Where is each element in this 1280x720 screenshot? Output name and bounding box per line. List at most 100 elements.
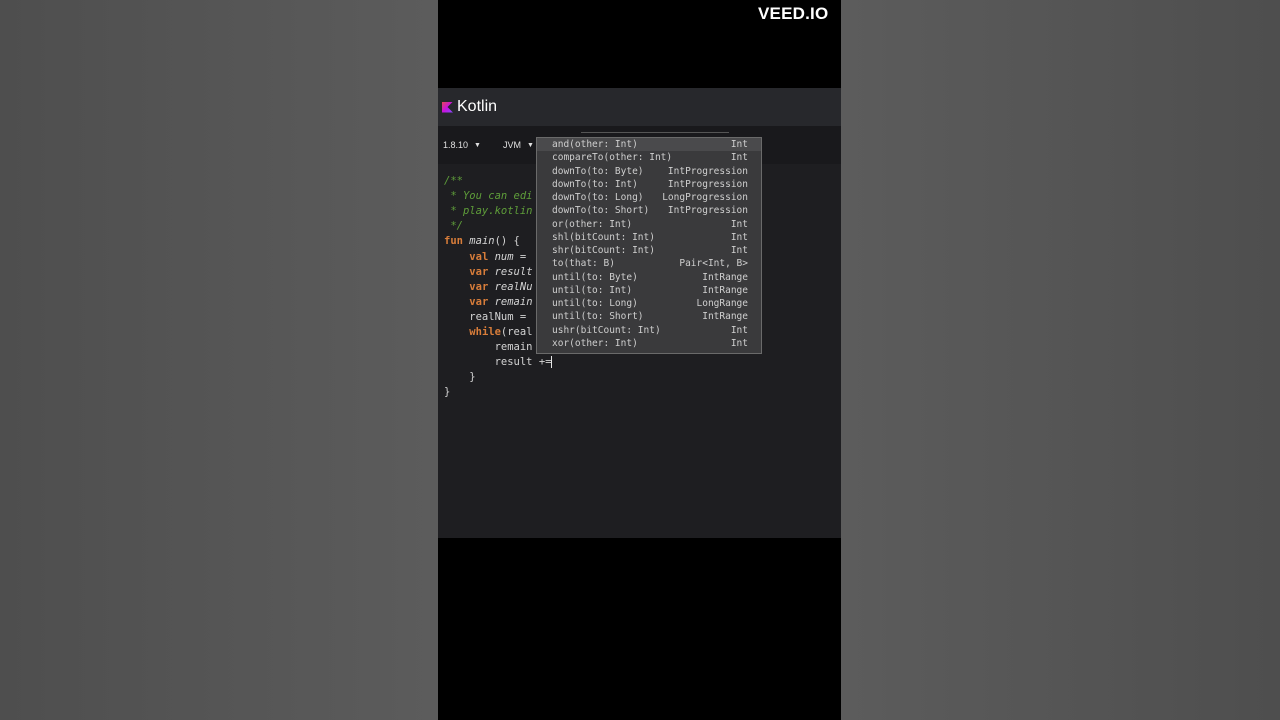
version-select[interactable]: 1.8.10 ▼ [443, 140, 481, 150]
autocomplete-item-type: IntRange [702, 284, 748, 296]
code-token: realNum = [444, 310, 527, 323]
code-token: * play.kotlin [444, 205, 533, 218]
target-label: JVM [502, 140, 521, 150]
autocomplete-item-type: IntProgression [667, 178, 748, 190]
autocomplete-item[interactable]: until(to: Short) IntRange [537, 310, 761, 323]
autocomplete-item-type: Int [730, 152, 748, 164]
code-token: result += [444, 356, 552, 369]
autocomplete-item-name: until(to: Short) [552, 311, 644, 323]
autocomplete-item-name: downTo(to: Byte) [552, 165, 644, 177]
code-token: = [513, 250, 527, 263]
autocomplete-item-type: Int [730, 218, 748, 230]
code-line: /** [444, 174, 463, 189]
autocomplete-item-name: downTo(to: Short) [552, 205, 650, 217]
autocomplete-item[interactable]: downTo(to: Int) IntProgression [537, 178, 761, 191]
autocomplete-item[interactable]: or(other: Int) Int [537, 218, 761, 231]
autocomplete-item-name: or(other: Int) [552, 218, 633, 230]
code-token: } [444, 386, 451, 399]
autocomplete-item-type: IntRange [702, 311, 748, 323]
autocomplete-item-type: IntProgression [667, 165, 748, 177]
code-line: val num = [444, 250, 526, 265]
code-line: fun main() { [444, 234, 520, 249]
autocomplete-item[interactable]: to(that: B) Pair<Int, B> [537, 257, 761, 270]
autocomplete-item-type: IntProgression [667, 205, 748, 217]
autocomplete-item-type: Int [730, 139, 748, 150]
autocomplete-popup[interactable]: and(other: Int) Int compareTo(other: Int) I… [536, 137, 762, 354]
right-background [841, 0, 1280, 720]
autocomplete-item-name: xor(other: Int) [552, 337, 638, 349]
kotlin-header: Kotlin [438, 88, 841, 126]
code-token: () { [494, 235, 520, 248]
autocomplete-item-type: Int [730, 231, 748, 243]
code-line: } [444, 370, 476, 385]
autocomplete-item-name: downTo(to: Int) [552, 178, 638, 190]
code-line: * You can edi [444, 189, 533, 204]
autocomplete-item-name: ushr(bitCount: Int) [552, 324, 661, 336]
code-token: * You can edi [444, 190, 533, 203]
code-token: remain [444, 341, 533, 354]
code-token: main [469, 235, 495, 248]
code-token: remain [494, 295, 533, 308]
autocomplete-item[interactable]: compareTo(other: Int) Int [537, 151, 761, 164]
autocomplete-item-type: LongProgression [662, 192, 748, 203]
code-line: realNum = [444, 310, 526, 325]
autocomplete-item[interactable]: xor(other: Int) Int [537, 337, 761, 350]
autocomplete-item-type: Pair<Int, B> [679, 258, 748, 270]
autocomplete-item-name: until(to: Int) [552, 284, 633, 296]
code-line: var realNu [444, 280, 533, 295]
code-line: * play.kotlin [444, 204, 533, 219]
autocomplete-item-type: Int [730, 337, 748, 349]
code-line: var result [444, 265, 533, 280]
autocomplete-item[interactable]: until(to: Byte) IntRange [537, 271, 761, 284]
code-token: while [469, 326, 501, 338]
code-token: */ [444, 220, 463, 233]
caret-down-icon: ▼ [474, 141, 481, 149]
autocomplete-item[interactable]: shl(bitCount: Int) Int [537, 231, 761, 244]
code-token: num [494, 250, 514, 263]
autocomplete-item[interactable]: downTo(to: Short) IntProgression [537, 204, 761, 217]
autocomplete-item-type: IntRange [702, 271, 748, 283]
autocomplete-item[interactable]: ushr(bitCount: Int) Int [537, 324, 761, 337]
code-line: remain [444, 340, 533, 355]
kotlin-logo-icon [442, 101, 453, 113]
left-background [0, 0, 438, 720]
caret-down-icon: ▼ [526, 141, 534, 149]
code-token: } [444, 371, 476, 384]
autocomplete-item-name: to(that: B) [552, 258, 615, 270]
version-label: 1.8.10 [443, 140, 469, 150]
autocomplete-item-name: until(to: Long) [552, 298, 638, 309]
autocomplete-item-type: Int [730, 324, 748, 336]
code-token: result [494, 265, 533, 278]
autocomplete-item[interactable]: and(other: Int) Int [537, 138, 761, 152]
code-token: var [469, 265, 495, 278]
autocomplete-item-name: shr(bitCount: Int) [552, 245, 655, 256]
bottom-letterbox [438, 538, 841, 720]
autocomplete-item-name: until(to: Byte) [552, 271, 638, 283]
code-line: } [444, 385, 450, 400]
code-line: while(real [444, 325, 532, 340]
autocomplete-item-name: shl(bitCount: Int) [552, 231, 655, 243]
autocomplete-item[interactable]: downTo(to: Byte) IntProgression [537, 165, 761, 178]
autocomplete-item-type: LongRange [696, 298, 748, 309]
kotlin-logo-text: Kotlin [457, 98, 498, 115]
autocomplete-item-name: downTo(to: Long) [552, 192, 644, 203]
code-token: realNu [494, 280, 533, 293]
code-token: var [469, 295, 495, 308]
autocomplete-item-name: and(other: Int) [552, 139, 638, 150]
autocomplete-item-type: Int [730, 245, 748, 256]
target-select[interactable]: JVM ▼ [503, 140, 534, 150]
autocomplete-item[interactable]: downTo(to: Long) LongProgression [537, 191, 761, 204]
autocomplete-item-name: compareTo(other: Int) [552, 152, 673, 164]
autocomplete-item[interactable]: until(to: Long) LongRange [537, 297, 761, 310]
code-token: /** [444, 175, 463, 187]
autocomplete-item[interactable]: shr(bitCount: Int) Int [537, 244, 761, 257]
code-line: */ [444, 219, 463, 234]
autocomplete-item[interactable]: until(to: Int) IntRange [537, 284, 761, 297]
code-line: var remain [444, 295, 533, 310]
code-line: result += [444, 355, 553, 370]
